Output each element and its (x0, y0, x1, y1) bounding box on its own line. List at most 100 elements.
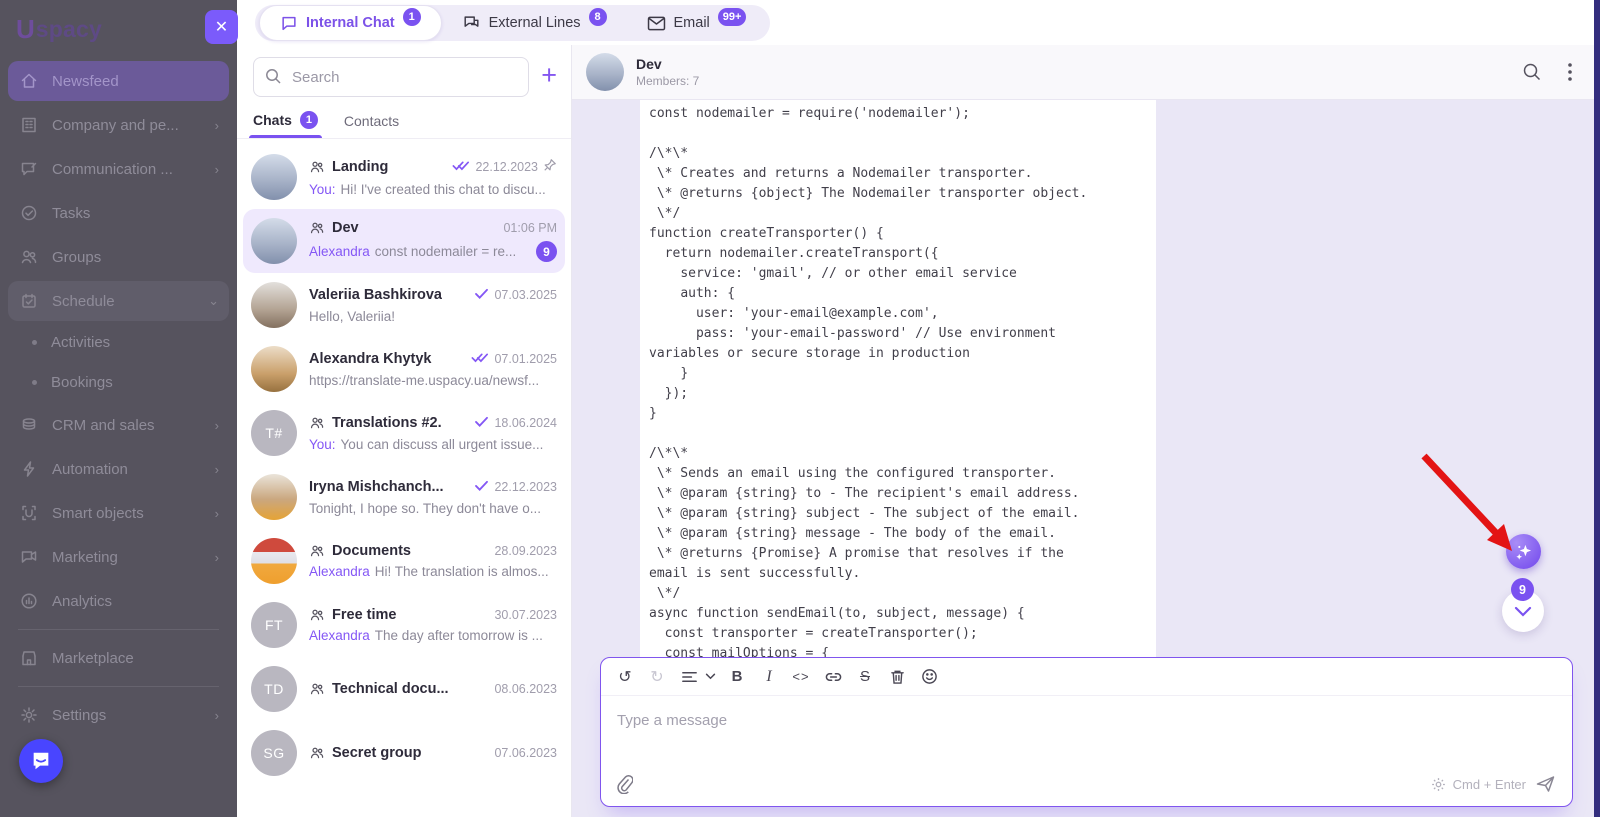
tab-contacts[interactable]: Contacts (344, 113, 399, 138)
smart-icon (18, 502, 40, 524)
group-icon (309, 416, 325, 430)
code-message-text: const nodemailer = require('nodemailer')… (640, 100, 1156, 664)
avatar (251, 346, 297, 392)
chat-list-panel: + Chats1 Contacts Landing22.12.2023You:Hi… (237, 45, 572, 817)
chart-icon (18, 590, 40, 612)
chevron-down-icon (1514, 606, 1532, 617)
chat-list-item-dev[interactable]: Dev01:06 PMAlexandraconst nodemailer = r… (243, 209, 565, 273)
chat-name: Alexandra Khytyk (309, 351, 432, 367)
search-input[interactable] (253, 57, 529, 97)
chevron-right-icon: › (215, 418, 219, 433)
sidebar-item-crm-and-sales[interactable]: CRM and sales› (8, 405, 229, 445)
double-check-icon (471, 350, 489, 368)
chevron-right-icon: › (215, 118, 219, 133)
chat-list-item-landing[interactable]: Landing22.12.2023You:Hi! I've created th… (243, 145, 565, 209)
tab-email[interactable]: Email99+ (627, 5, 767, 41)
sidebar-item-marketing[interactable]: Marketing› (8, 537, 229, 577)
chat-type-tabs: Internal Chat1External Lines8Email99+ (255, 5, 770, 41)
chat-date: 07.06.2023 (494, 746, 557, 760)
support-chat-launcher[interactable] (19, 739, 63, 783)
tab-badge: 99+ (718, 8, 747, 26)
sidebar-item-analytics[interactable]: Analytics (8, 581, 229, 621)
chat-name: Valeriia Bashkirova (309, 287, 442, 303)
chat-name: Secret group (332, 745, 421, 761)
chat-list-item-secret-group[interactable]: SGSecret group07.06.2023 (243, 721, 565, 785)
avatar (251, 474, 297, 520)
redo-icon[interactable]: ↻ (642, 663, 672, 691)
chat-list-item-documents[interactable]: Documents28.09.2023AlexandraHi! The tran… (243, 529, 565, 593)
conversation-members: Members: 7 (636, 74, 699, 88)
group-icon (309, 746, 325, 760)
strikethrough-icon[interactable]: S (850, 663, 880, 691)
chat-pencil-icon (18, 158, 40, 180)
message-composer: ↺↻ BI<> S Type a message Cmd + Enter (600, 657, 1573, 807)
undo-icon[interactable]: ↺ (610, 663, 640, 691)
new-chat-button[interactable]: + (541, 62, 557, 93)
send-shortcut-hint: Cmd + Enter (1431, 777, 1526, 792)
chat-date: 22.12.2023 (475, 160, 538, 174)
sidebar-item-tasks[interactable]: Tasks (8, 193, 229, 233)
uspacy-logo[interactable]: Uspacy (0, 0, 237, 55)
sidebar-item-automation[interactable]: Automation› (8, 449, 229, 489)
chat-list-item-translations-2[interactable]: T#Translations #2.18.06.2024You:You can … (243, 401, 565, 465)
chevron-down-icon: ⌄ (208, 293, 219, 309)
ai-assistant-button[interactable] (1506, 534, 1541, 569)
avatar: FT (251, 602, 297, 648)
trash-icon[interactable] (882, 663, 912, 691)
tab-external-lines[interactable]: External Lines8 (442, 5, 627, 41)
unread-count-badge: 9 (1511, 578, 1534, 601)
chat-list-item-iryna-mishchanch[interactable]: Iryna Mishchanch...22.12.2023Tonight, I … (243, 465, 565, 529)
chats-unread-badge: 1 (300, 111, 318, 129)
attach-file-icon[interactable] (615, 774, 633, 794)
chat-list-item-alexandra-khytyk[interactable]: Alexandra Khytyk07.01.2025https://transl… (243, 337, 565, 401)
align-icon[interactable] (674, 663, 704, 691)
chat-list-tabs: Chats1 Contacts (237, 105, 571, 139)
close-sidebar-button[interactable]: ✕ (205, 10, 238, 44)
sidebar-item-smart-objects[interactable]: Smart objects› (8, 493, 229, 533)
chat-list-item-technical-docu[interactable]: TDTechnical docu...08.06.2023 (243, 657, 565, 721)
group-icon (309, 544, 325, 558)
coins-icon (18, 414, 40, 436)
bold-icon[interactable]: B (722, 663, 752, 691)
check-icon (474, 414, 489, 432)
sidebar-item-company-and-pe[interactable]: Company and pe...› (8, 105, 229, 145)
lightning-icon (18, 458, 40, 480)
emoji-icon[interactable] (914, 663, 944, 691)
preview-text: const nodemailer = re... (375, 244, 531, 259)
chat-date: 30.07.2023 (494, 608, 557, 622)
formatting-toolbar: ↺↻ BI<> S (601, 658, 1572, 696)
sidebar-item-settings[interactable]: Settings› (8, 695, 229, 735)
avatar (251, 218, 297, 264)
bubbles-icon (462, 14, 481, 32)
avatar (251, 154, 297, 200)
tab-chats[interactable]: Chats1 (253, 111, 318, 138)
preview-sender: Alexandra (309, 564, 370, 579)
sidebar-subitem-bookings[interactable]: Bookings (8, 365, 229, 399)
sidebar-item-newsfeed[interactable]: Newsfeed (8, 61, 229, 101)
logo-mark: U (16, 14, 34, 45)
chat-list-item-free-time[interactable]: FTFree time30.07.2023AlexandraThe day af… (243, 593, 565, 657)
sidebar-item-marketplace[interactable]: Marketplace (8, 638, 229, 678)
send-message-icon[interactable] (1535, 774, 1556, 794)
chat-list-item-valeriia-bashkirova[interactable]: Valeriia Bashkirova07.03.2025Hello, Vale… (243, 273, 565, 337)
users-icon (18, 246, 40, 268)
tab-internal-chat[interactable]: Internal Chat1 (259, 5, 442, 41)
group-icon (309, 221, 325, 235)
chat-menu-kebab-icon[interactable] (1568, 63, 1572, 81)
avatar (251, 538, 297, 584)
sidebar-item-schedule[interactable]: Schedule⌄ (8, 281, 229, 321)
sidebar-item-groups[interactable]: Groups (8, 237, 229, 277)
preview-text: You can discuss all urgent issue... (341, 437, 557, 452)
link-icon[interactable] (818, 663, 848, 691)
sidebar-divider (18, 686, 219, 687)
sidebar-item-communication[interactable]: Communication ...› (8, 149, 229, 189)
preview-text: https://translate-me.uspacy.ua/newsf... (309, 373, 557, 388)
sidebar-subitem-activities[interactable]: Activities (8, 325, 229, 359)
conversation-avatar[interactable] (586, 53, 624, 91)
align-chevron-down-icon[interactable] (705, 663, 721, 691)
search-in-chat-icon[interactable] (1522, 62, 1542, 82)
code-format-icon[interactable]: <> (786, 663, 816, 691)
message-input[interactable]: Type a message (601, 696, 1572, 774)
tab-badge: 1 (403, 8, 421, 26)
italic-icon[interactable]: I (754, 663, 784, 691)
